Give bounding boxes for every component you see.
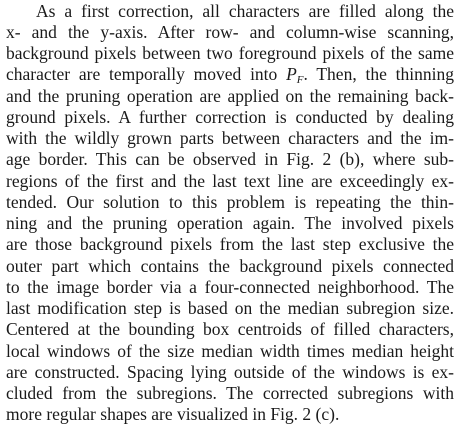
- text-line: outer part which contains the background…: [6, 256, 454, 276]
- text-line: age border. This can be observed in Fig.…: [6, 149, 454, 169]
- text-line: last modification step is based on the m…: [6, 298, 454, 318]
- text-segment: character are temporally moved into: [6, 64, 287, 84]
- text-line-with-math: character are temporally moved into PF. …: [6, 63, 454, 86]
- text-line: cluded from the subregions. The correcte…: [6, 383, 454, 403]
- text-line: regions of the first and the last text l…: [6, 171, 454, 191]
- text-line: x- and the y-axis. After row- and column…: [6, 22, 454, 42]
- paragraph: As a first correction, all characters ar…: [6, 0, 454, 440]
- text-line: tended. Our solution to this problem is …: [6, 192, 454, 212]
- text-line-last: more regular shapes are visualized in Fi…: [6, 404, 340, 424]
- text-line: with the wildly grown parts between char…: [6, 128, 454, 148]
- text-line: As a first correction, all characters ar…: [36, 1, 454, 21]
- text-line: background pixels between two foreground…: [6, 43, 454, 63]
- text-line: ground pixels. A further correction is c…: [6, 107, 454, 127]
- math-base: P: [286, 64, 297, 84]
- text-line: are constructed. Spacing lying outside o…: [6, 362, 454, 382]
- text-line: local windows of the size median width t…: [6, 341, 454, 361]
- text-line: to the image border via a four-connected…: [6, 277, 454, 297]
- text-segment: . Then, the thinning: [303, 64, 454, 84]
- text-line: Centered at the bounding box centroids o…: [6, 319, 454, 339]
- text-line: ning and the pruning operation again. Th…: [6, 213, 454, 233]
- text-line: are those background pixels from the las…: [6, 234, 454, 254]
- math-symbol: PF: [286, 64, 303, 86]
- text-line: and the pruning operation are applied on…: [6, 86, 454, 106]
